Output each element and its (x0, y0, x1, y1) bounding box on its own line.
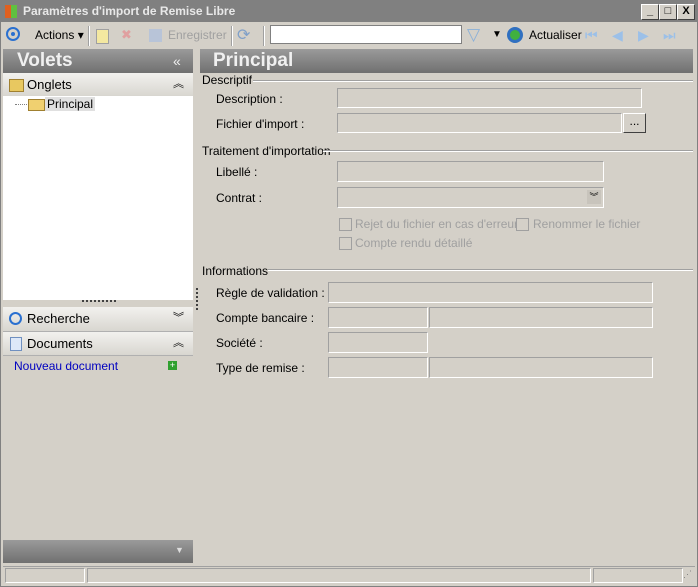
chevron-double-down-icon[interactable]: ︾ (587, 190, 601, 204)
target-icon[interactable] (6, 27, 20, 41)
resize-grip-icon[interactable]: ⋰ (683, 569, 692, 580)
type-name-field[interactable] (429, 357, 653, 378)
description-input[interactable] (337, 88, 642, 108)
title-bar: Paramètres d'import de Remise Libre (1, 1, 697, 22)
last-icon[interactable]: ⏭ (663, 27, 676, 44)
company-label: Société : (216, 336, 263, 350)
save-button[interactable]: Enregistrer (168, 23, 227, 47)
collapse-up-icon: ︽ (173, 78, 184, 90)
save-icon[interactable] (149, 29, 162, 42)
documents-label: Documents (27, 336, 93, 351)
tree-view: Principal (3, 96, 193, 300)
volets-title: Volets (17, 50, 73, 71)
principal-title: Principal (213, 50, 294, 71)
bank-label: Compte bancaire : (216, 311, 315, 325)
sync-icon[interactable]: ⟳ (237, 25, 250, 45)
folder-icon (9, 79, 24, 92)
status-bar: ⋰ (3, 566, 695, 584)
file-input[interactable] (337, 113, 622, 133)
description-label: Description : (216, 92, 283, 106)
rule-field[interactable] (328, 282, 653, 303)
reject-checkbox[interactable] (339, 218, 352, 231)
contrat-label: Contrat : (216, 191, 263, 205)
refresh-icon[interactable] (507, 27, 523, 43)
report-label: Compte rendu détaillé (355, 236, 473, 250)
new-document-link[interactable]: Nouveau document (14, 359, 118, 373)
filter-icon[interactable]: ▽ (467, 25, 480, 45)
add-icon[interactable]: + (168, 361, 177, 370)
collapse-up-icon: ︽ (173, 337, 184, 349)
file-label: Fichier d'import : (216, 117, 305, 131)
left-footer: ▼ (3, 540, 193, 563)
recherche-bar[interactable]: Recherche ︾ (3, 307, 193, 332)
libelle-label: Libellé : (216, 165, 258, 179)
reject-label: Rejet du fichier en cas d'erreur (355, 217, 519, 231)
rename-label: Renommer le fichier (533, 217, 641, 231)
app-icon-part (11, 5, 17, 18)
section-traitement: Traitement d'importation (202, 144, 331, 158)
rename-checkbox[interactable] (516, 218, 529, 231)
splitter-handle[interactable] (82, 300, 116, 302)
section-informations: Informations (202, 264, 269, 278)
filter-dropdown-icon[interactable]: ▼ (492, 29, 502, 40)
bank-code-field[interactable] (328, 307, 428, 328)
vertical-splitter[interactable] (196, 288, 198, 310)
browse-button[interactable]: ... (623, 113, 646, 133)
company-field[interactable] (328, 332, 428, 353)
onglets-label: Onglets (27, 77, 72, 92)
delete-icon[interactable]: ✖ (121, 27, 132, 43)
collapse-icon[interactable]: « (173, 49, 181, 73)
type-code-field[interactable] (328, 357, 428, 378)
next-icon[interactable]: ▶ (638, 27, 649, 44)
window-title: Paramètres d'import de Remise Libre (23, 4, 236, 18)
bank-name-field[interactable] (429, 307, 653, 328)
rule-label: Règle de validation : (216, 286, 325, 300)
documents-bar[interactable]: Documents ︽ (3, 332, 193, 356)
tree-item-principal[interactable]: Principal (45, 97, 96, 111)
previous-icon[interactable]: ◀ (612, 27, 623, 44)
refresh-button[interactable]: Actualiser (529, 23, 582, 47)
expand-down-icon: ︾ (173, 312, 184, 324)
principal-header: Principal (200, 49, 693, 73)
search-target-icon (9, 312, 22, 325)
actions-label: Actions (35, 28, 75, 42)
onglets-bar[interactable]: Onglets ︽ (3, 73, 193, 97)
maximize-button[interactable]: □ (659, 4, 677, 20)
actions-menu[interactable]: Actions ▾ (35, 23, 84, 47)
libelle-input[interactable] (337, 161, 604, 182)
open-folder-icon (28, 99, 45, 111)
new-icon[interactable] (96, 29, 109, 44)
report-checkbox[interactable] (339, 237, 352, 250)
volets-header: Volets « (3, 49, 193, 73)
document-icon (10, 337, 22, 351)
recherche-label: Recherche (27, 311, 90, 326)
chevron-down-icon[interactable]: ▼ (175, 545, 184, 555)
close-button[interactable]: X (677, 4, 695, 20)
minimize-button[interactable]: _ (641, 4, 659, 20)
type-label: Type de remise : (216, 361, 305, 375)
first-icon[interactable]: ⏮ (585, 27, 598, 44)
contrat-select[interactable]: ︾ (337, 187, 604, 208)
section-descriptif: Descriptif (202, 73, 253, 87)
search-input[interactable] (270, 25, 462, 44)
